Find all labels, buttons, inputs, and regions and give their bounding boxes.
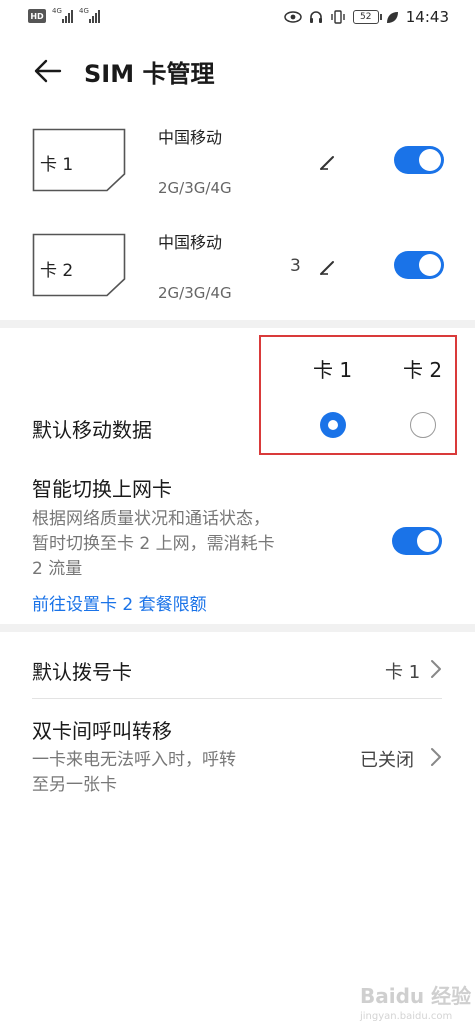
call-forward-value: 已关闭 — [360, 750, 414, 771]
section-divider — [0, 320, 475, 328]
eye-icon — [284, 11, 302, 23]
set-data-limit-link[interactable]: 前往设置卡 2 套餐限额 — [32, 590, 207, 615]
default-data-title: 默认移动数据 — [32, 418, 152, 442]
row-divider — [32, 698, 442, 699]
clock: 14:43 — [405, 8, 449, 26]
edit-icon[interactable] — [318, 152, 338, 172]
carrier-name: 中国移动 — [158, 128, 223, 147]
default-data-radio-card2[interactable] — [410, 412, 436, 438]
hd-icon: HD — [28, 9, 46, 23]
section-divider — [0, 624, 475, 632]
call-forward-description: 一卡来电无法呼入时，呼转 至另一张卡 — [32, 750, 236, 795]
sim-card-label: 卡 2 — [40, 261, 74, 281]
leaf-icon — [386, 11, 398, 23]
carrier-name: 中国移动 — [158, 233, 223, 252]
truncated-text: 3 — [290, 256, 301, 276]
status-bar: HD 4G 4G 52 14:43 — [0, 0, 475, 34]
network-type: 2G/3G/4G — [158, 179, 232, 197]
edit-icon[interactable] — [318, 257, 338, 277]
signal-icon: 4G — [79, 7, 100, 23]
smart-switch-toggle[interactable] — [392, 527, 442, 555]
smart-switch-title: 智能切换上网卡 — [32, 477, 172, 501]
baidu-watermark-logo: Baidu 经验 jingyan.baidu.com — [360, 984, 472, 1022]
default-dial-title: 默认拨号卡 — [32, 660, 132, 684]
sim-card-2-toggle[interactable] — [394, 251, 444, 279]
chevron-right-icon — [431, 748, 441, 766]
headphones-icon — [309, 11, 322, 23]
sim-card-1-toggle[interactable] — [394, 146, 444, 174]
page-title: SIM 卡管理 — [84, 60, 215, 88]
battery-icon: 52 — [352, 10, 382, 24]
call-forward-title: 双卡间呼叫转移 — [32, 719, 172, 743]
sim-card-label: 卡 1 — [40, 155, 74, 175]
vibrate-icon — [331, 10, 345, 24]
smart-switch-description: 根据网络质量状况和通话状态， 暂时切换至卡 2 上网，需消耗卡 2 流量 — [32, 509, 275, 579]
chevron-right-icon — [431, 660, 441, 678]
back-arrow-icon[interactable] — [32, 56, 62, 86]
column-header-card1: 卡 1 — [313, 358, 353, 382]
column-header-card2: 卡 2 — [403, 358, 443, 382]
signal-icon: 4G — [52, 7, 73, 23]
network-type: 2G/3G/4G — [158, 284, 232, 302]
default-dial-value: 卡 1 — [385, 662, 421, 683]
default-data-radio-card1[interactable] — [320, 412, 346, 438]
